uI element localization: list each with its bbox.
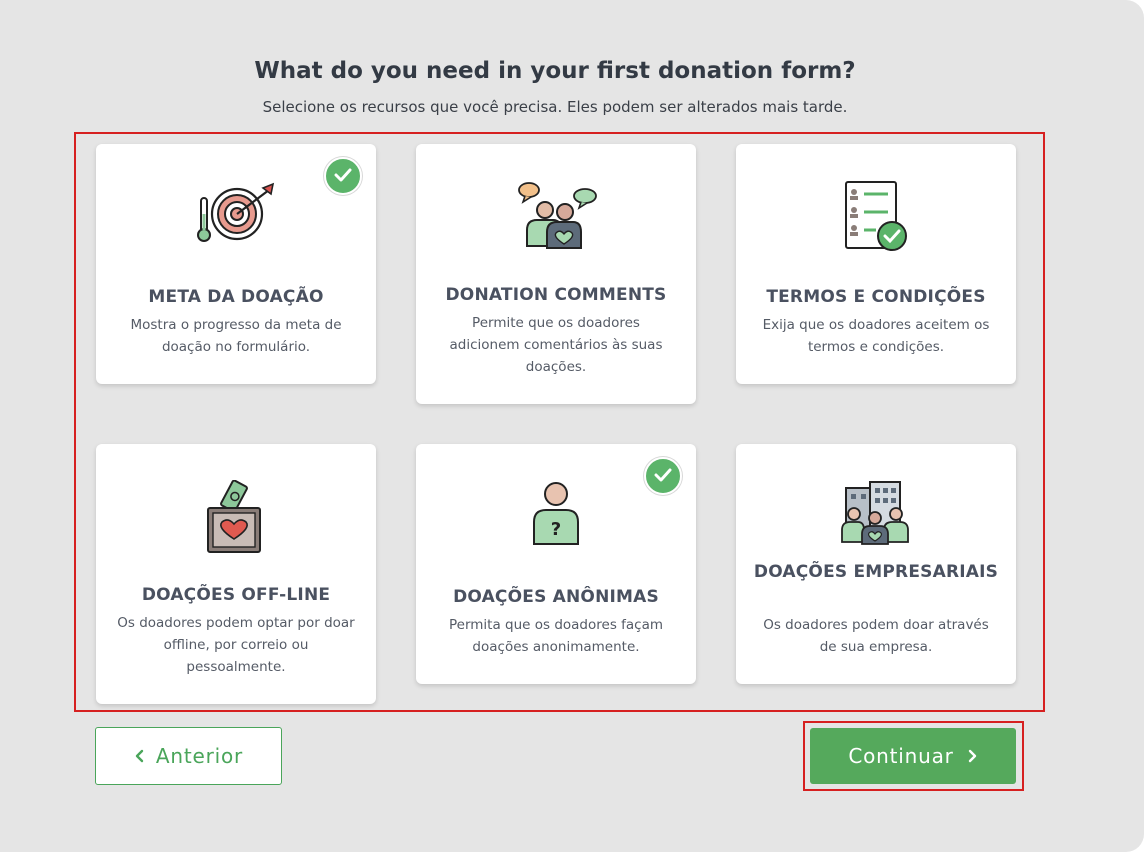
- feature-card-offline-donations[interactable]: DOAÇÕES OFF-LINE Os doadores podem optar…: [96, 444, 376, 704]
- company-buildings-icon: [736, 480, 1016, 570]
- wizard-panel: What do you need in your first donation …: [0, 0, 1144, 852]
- feature-card-description: Exija que os doadores aceitem os termos …: [762, 317, 990, 355]
- terms-checklist-icon: [736, 180, 1016, 270]
- page-subtitle: Selecione os recursos que você precisa. …: [262, 98, 848, 116]
- feature-card-description: Mostra o progresso da meta de doação no …: [130, 317, 342, 355]
- feature-card-donation-goal[interactable]: META DA DOAÇÃO Mostra o progresso da met…: [96, 144, 376, 384]
- feature-card-description: Os doadores podem doar através de sua em…: [763, 617, 989, 655]
- feature-card-description: Permita que os doadores façam doações an…: [448, 617, 664, 655]
- feature-card-anonymous-donations[interactable]: ? DOAÇÕES ANÔNIMAS Permita que os doador…: [416, 444, 696, 684]
- svg-text:?: ?: [551, 519, 561, 540]
- continue-button[interactable]: Continuar: [810, 728, 1016, 784]
- chevron-left-icon: [134, 744, 144, 768]
- continue-button-label: Continuar: [848, 744, 954, 768]
- chevron-right-icon: [968, 744, 978, 768]
- comments-people-icon: [416, 180, 696, 270]
- selected-check-icon: [324, 157, 362, 195]
- feature-card-title: META DA DOAÇÃO: [148, 287, 324, 307]
- feature-card-title: DOAÇÕES OFF-LINE: [141, 585, 331, 605]
- feature-card-title: DOAÇÕES EMPRESARIAIS: [753, 562, 999, 582]
- feature-card-description: Permite que os doadores adicionem coment…: [449, 315, 663, 375]
- feature-card-terms-conditions[interactable]: TERMOS E CONDIÇÕES Exija que os doadores…: [736, 144, 1016, 384]
- anonymous-donor-icon: ?: [416, 480, 696, 570]
- feature-card-corporate-donations[interactable]: DOAÇÕES EMPRESARIAIS Os doadores podem d…: [736, 444, 1016, 684]
- feature-card-title: DONATION COMMENTS: [445, 285, 667, 305]
- page-title: What do you need in your first donation …: [254, 58, 856, 84]
- selected-check-icon: [644, 457, 682, 495]
- previous-button[interactable]: Anterior: [95, 727, 282, 785]
- feature-card-title: DOAÇÕES ANÔNIMAS: [453, 587, 659, 607]
- offline-donation-box-icon: [96, 480, 376, 570]
- previous-button-label: Anterior: [155, 744, 244, 768]
- feature-card-description: Os doadores podem optar por doar offline…: [117, 615, 355, 675]
- feature-card-title: TERMOS E CONDIÇÕES: [766, 287, 986, 307]
- feature-card-donation-comments[interactable]: DONATION COMMENTS Permite que os doadore…: [416, 144, 696, 404]
- target-goal-icon: [96, 180, 376, 270]
